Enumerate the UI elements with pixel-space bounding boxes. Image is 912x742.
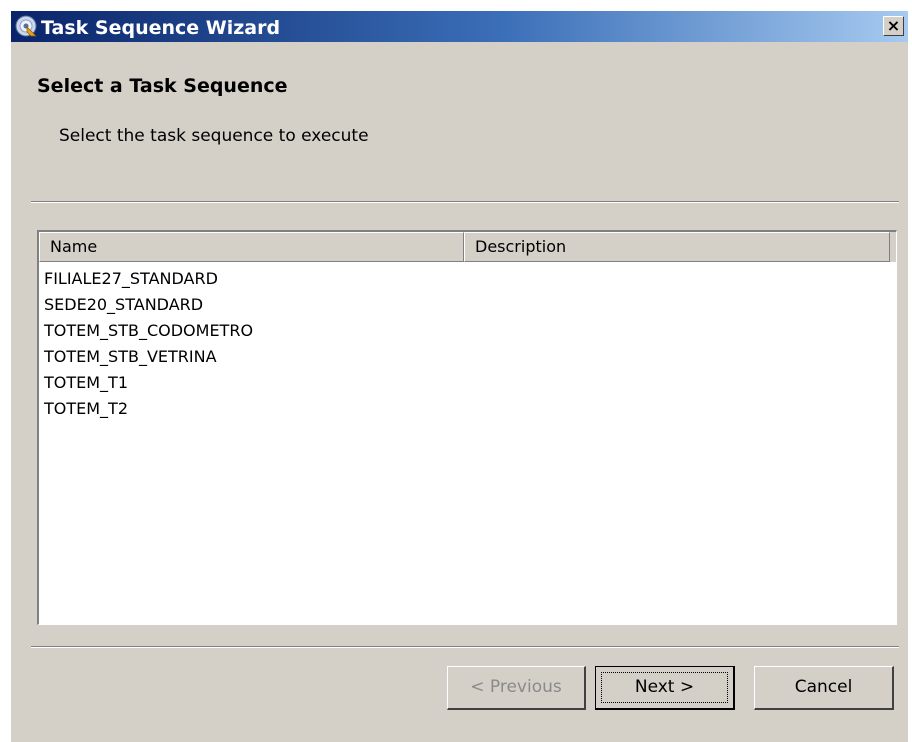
list-item[interactable]: TOTEM_T2 (44, 396, 253, 422)
cancel-button-label: Cancel (794, 677, 853, 697)
page-description: Select the task sequence to execute (59, 126, 369, 146)
task-sequence-list[interactable]: Name Description FILIALE27_STANDARD SEDE… (37, 230, 897, 625)
cancel-button[interactable]: Cancel (754, 666, 894, 710)
list-item[interactable]: TOTEM_STB_VETRINA (44, 344, 253, 370)
column-header-description[interactable]: Description (464, 232, 890, 262)
next-button[interactable]: Next > (595, 666, 735, 710)
list-item[interactable]: SEDE20_STANDARD (44, 292, 253, 318)
column-header-name[interactable]: Name (39, 232, 464, 262)
previous-button[interactable]: < Previous (447, 666, 586, 710)
list-header: Name Description (39, 232, 896, 262)
window-title: Task Sequence Wizard (41, 17, 281, 39)
list-item[interactable]: TOTEM_T1 (44, 370, 253, 396)
list-item[interactable]: TOTEM_STB_CODOMETRO (44, 318, 253, 344)
list-item[interactable]: FILIALE27_STANDARD (44, 266, 253, 292)
wizard-window: Task Sequence Wizard × Select a Task Seq… (10, 10, 908, 742)
footer-divider (31, 646, 899, 648)
list-rows: FILIALE27_STANDARD SEDE20_STANDARD TOTEM… (44, 266, 253, 422)
task-sequence-disc-icon (15, 15, 37, 37)
close-button[interactable]: × (883, 16, 904, 36)
page-title: Select a Task Sequence (37, 75, 288, 97)
title-bar[interactable]: Task Sequence Wizard × (11, 11, 908, 42)
previous-button-label: < Previous (470, 677, 562, 697)
close-icon: × (886, 16, 901, 35)
next-button-label: Next > (634, 677, 695, 697)
header-divider (31, 201, 899, 203)
